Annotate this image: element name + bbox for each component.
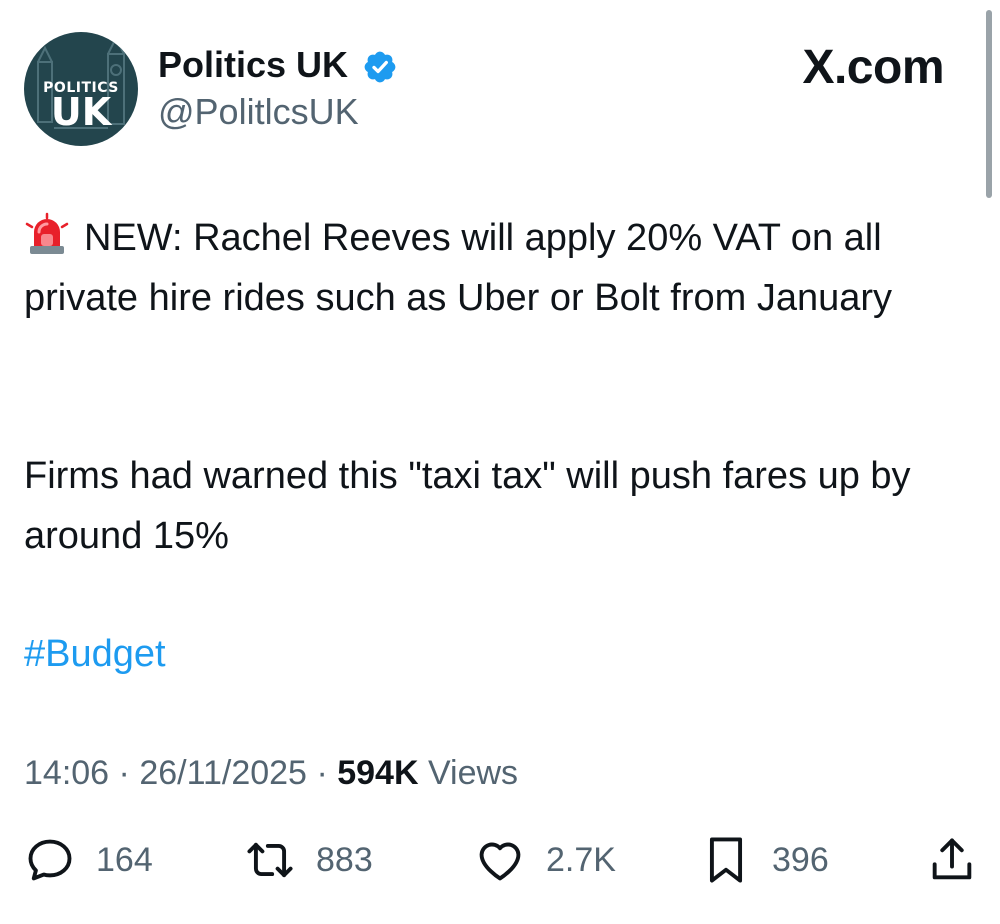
reply-count: 164 — [96, 840, 153, 879]
tweet-card: POLITICS UK Politics UK @PolitlcsUK X.co… — [0, 0, 1000, 924]
like-icon — [479, 842, 521, 881]
share-button[interactable] — [926, 832, 978, 888]
bookmark-button[interactable]: 396 — [700, 832, 829, 888]
bookmark-count: 396 — [772, 840, 829, 879]
reply-icon — [28, 839, 72, 881]
siren-emoji-icon — [25, 212, 69, 254]
verified-badge-icon — [364, 51, 396, 83]
tweet-date[interactable]: 26/11/2025 — [139, 754, 307, 792]
views-label: Views — [427, 754, 519, 792]
scrollbar[interactable] — [986, 10, 992, 198]
handle[interactable]: @PolitlcsUK — [158, 90, 359, 134]
avatar-label-big: UK — [50, 90, 112, 134]
hashtag-link[interactable]: #Budget — [24, 624, 954, 684]
tweet-paragraph-1-text: NEW: Rachel Reeves will apply 20% VAT on… — [24, 217, 893, 319]
tweet-time[interactable]: 14:06 — [24, 754, 109, 792]
tweet-paragraph-1: NEW: Rachel Reeves will apply 20% VAT on… — [24, 208, 954, 328]
bookmark-icon — [709, 837, 743, 883]
meta-separator: · — [316, 754, 328, 792]
tweet-paragraph-2: Firms had warned this "taxi tax" will pu… — [24, 455, 911, 557]
reply-button[interactable]: 164 — [24, 832, 153, 888]
tweet-meta: 14:06 · 26/11/2025 · 594K Views — [24, 748, 518, 798]
repost-button[interactable]: 883 — [244, 832, 373, 888]
like-button[interactable]: 2.7K — [474, 832, 616, 888]
views-count: 594K — [337, 754, 419, 792]
avatar[interactable]: POLITICS UK — [24, 32, 138, 146]
brand-label: X.com — [802, 41, 944, 94]
meta-separator: · — [118, 754, 130, 792]
repost-icon — [247, 842, 293, 878]
like-count: 2.7K — [546, 840, 616, 879]
share-icon — [932, 838, 972, 880]
display-name[interactable]: Politics UK — [158, 42, 348, 88]
repost-count: 883 — [316, 840, 373, 879]
